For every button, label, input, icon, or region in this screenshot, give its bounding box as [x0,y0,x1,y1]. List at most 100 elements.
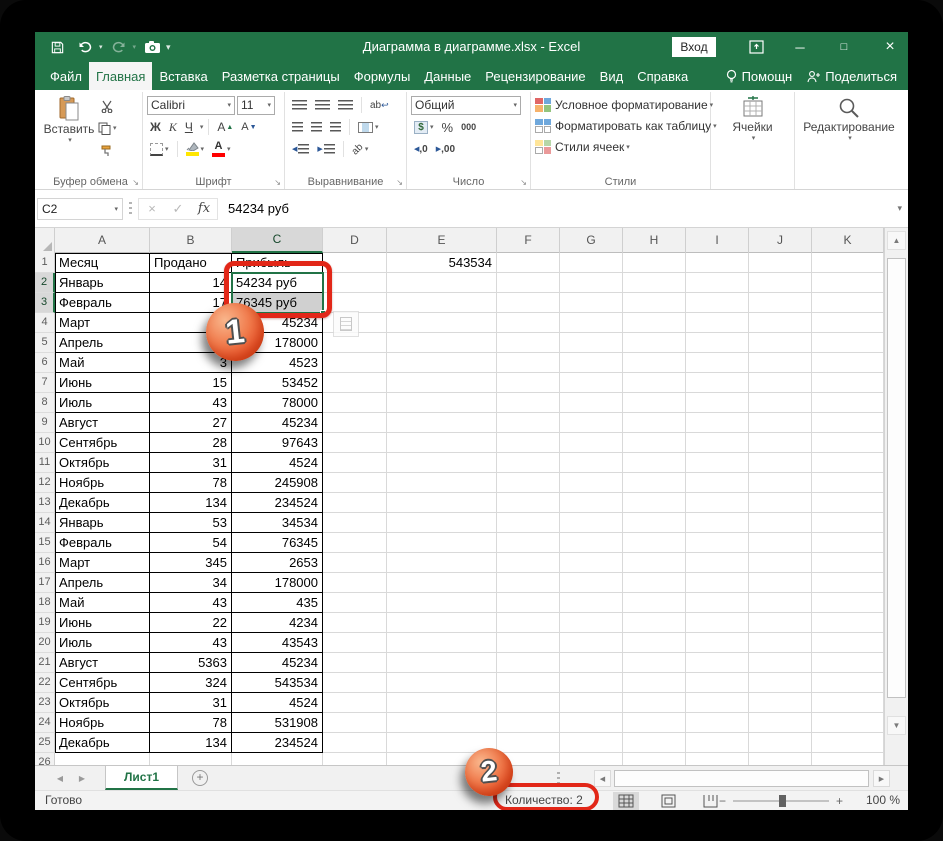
zoom-slider[interactable] [733,795,830,807]
cell-C18[interactable]: 435 [232,593,323,613]
column-header-B[interactable]: B [150,228,232,253]
tab-file[interactable]: Файл [43,62,89,90]
cell-J18[interactable] [749,593,812,613]
cell-E19[interactable] [387,613,497,633]
font-color-icon[interactable]: А ▾ [209,139,234,159]
cell-D14[interactable] [323,513,387,533]
cell-E8[interactable] [387,393,497,413]
close-button[interactable]: × [873,32,907,62]
cell-K12[interactable] [812,473,884,493]
cell-B24[interactable]: 78 [150,713,232,733]
cell-D15[interactable] [323,533,387,553]
cell-H22[interactable] [623,673,686,693]
cell-A23[interactable]: Октябрь [55,693,150,713]
row-header-1[interactable]: 1 [35,253,55,273]
cell-D6[interactable] [323,353,387,373]
cell-F25[interactable] [497,733,560,753]
cell-F17[interactable] [497,573,560,593]
cell-E3[interactable] [387,293,497,313]
font-size-select[interactable]: 11 ▾ [237,95,275,115]
cell-C22[interactable]: 543534 [232,673,323,693]
cell-K14[interactable] [812,513,884,533]
cell-G15[interactable] [560,533,623,553]
cell-J24[interactable] [749,713,812,733]
cell-F20[interactable] [497,633,560,653]
cell-I3[interactable] [686,293,749,313]
cell-A24[interactable]: Ноябрь [55,713,150,733]
copy-icon[interactable]: ▾ [95,118,120,138]
zoom-out-icon[interactable]: − [719,794,726,808]
zoom-in-icon[interactable]: + [836,794,843,808]
orientation-icon[interactable]: ab ▾ [349,139,372,159]
cell-G13[interactable] [560,493,623,513]
confirm-entry-icon[interactable]: ✓ [165,201,191,217]
cell-F4[interactable] [497,313,560,333]
cell-A25[interactable]: Декабрь [55,733,150,753]
cell-A3[interactable]: Февраль [55,293,150,313]
cell-B6[interactable]: 3 [150,353,232,373]
cell-I11[interactable] [686,453,749,473]
cell-D26[interactable] [323,753,387,765]
cell-H15[interactable] [623,533,686,553]
row-header-4[interactable]: 4 [35,313,55,333]
cell-B18[interactable]: 43 [150,593,232,613]
cell-J13[interactable] [749,493,812,513]
cell-B23[interactable]: 31 [150,693,232,713]
fill-color-icon[interactable]: ▾ [183,139,208,159]
bold-button[interactable]: Ж [147,117,164,137]
row-header-19[interactable]: 19 [35,613,55,633]
cell-G6[interactable] [560,353,623,373]
row-header-26[interactable]: 26 [35,753,55,765]
cell-A12[interactable]: Ноябрь [55,473,150,493]
cell-I5[interactable] [686,333,749,353]
insert-function-icon[interactable]: fx [191,201,217,216]
font-family-select[interactable]: Calibri ▾ [147,95,235,115]
cell-C6[interactable]: 4523 [232,353,323,373]
cell-B11[interactable]: 31 [150,453,232,473]
cell-K1[interactable] [812,253,884,273]
cell-H2[interactable] [623,273,686,293]
tab-share[interactable]: Поделиться [799,62,904,90]
row-header-12[interactable]: 12 [35,473,55,493]
cell-C24[interactable]: 531908 [232,713,323,733]
cell-H21[interactable] [623,653,686,673]
row-header-21[interactable]: 21 [35,653,55,673]
wrap-text-icon[interactable]: ab ↩ [367,95,392,115]
cell-H6[interactable] [623,353,686,373]
cell-B7[interactable]: 15 [150,373,232,393]
cell-A8[interactable]: Июль [55,393,150,413]
cell-D16[interactable] [323,553,387,573]
row-header-18[interactable]: 18 [35,593,55,613]
cell-G19[interactable] [560,613,623,633]
cell-G2[interactable] [560,273,623,293]
cell-B13[interactable]: 134 [150,493,232,513]
cell-D23[interactable] [323,693,387,713]
increase-indent-icon[interactable]: ▶ [314,139,337,159]
cell-E10[interactable] [387,433,497,453]
cell-H8[interactable] [623,393,686,413]
minimize-button[interactable]: ─ [783,32,817,62]
horizontal-scroll-thumb[interactable] [614,770,869,787]
cell-E15[interactable] [387,533,497,553]
cell-H19[interactable] [623,613,686,633]
tab-home[interactable]: Главная [88,62,153,90]
cell-K19[interactable] [812,613,884,633]
cell-G24[interactable] [560,713,623,733]
cell-I17[interactable] [686,573,749,593]
italic-button[interactable]: К [166,117,180,137]
undo-icon[interactable] [73,35,97,59]
cell-B12[interactable]: 78 [150,473,232,493]
cell-C17[interactable]: 178000 [232,573,323,593]
column-header-H[interactable]: H [623,228,686,253]
cell-F21[interactable] [497,653,560,673]
zoom-slider-thumb[interactable] [779,795,787,807]
cell-J10[interactable] [749,433,812,453]
format-painter-icon[interactable] [95,140,120,160]
cell-I19[interactable] [686,613,749,633]
cell-B10[interactable]: 28 [150,433,232,453]
cell-H23[interactable] [623,693,686,713]
tab-insert[interactable]: Вставка [152,62,214,90]
cell-G17[interactable] [560,573,623,593]
cell-F7[interactable] [497,373,560,393]
cell-G22[interactable] [560,673,623,693]
